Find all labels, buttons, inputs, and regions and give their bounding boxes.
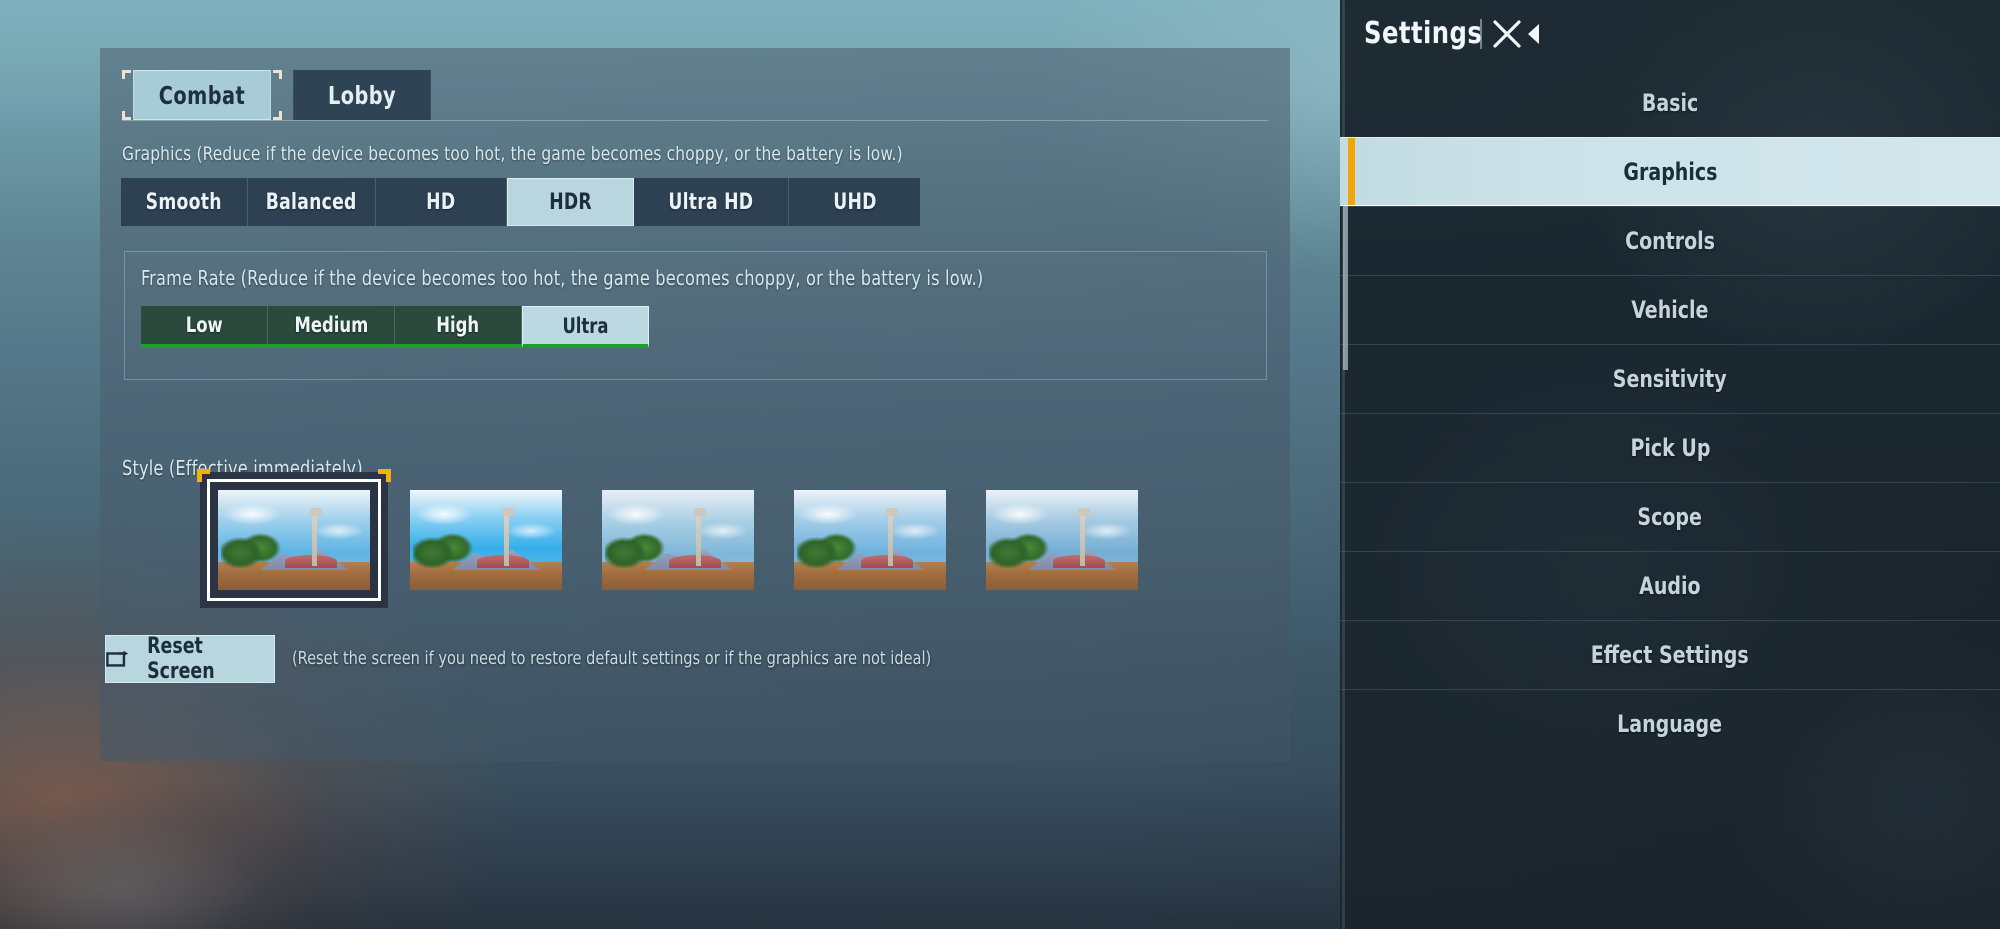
frame-rate-option-group: Low Medium High Ultra	[141, 306, 649, 348]
sidebar-item-controls[interactable]: Controls	[1340, 206, 2000, 275]
graphics-option-smooth[interactable]: Smooth	[121, 178, 248, 226]
sidebar-menu-list: Basic Graphics Controls Vehicle Sensitiv…	[1340, 68, 2000, 758]
mode-tab-group: Combat Lobby	[122, 70, 442, 120]
sidebar-item-label: Controls	[1625, 227, 1715, 255]
tab-lobby-label: Lobby	[327, 80, 397, 110]
sidebar-item-scope[interactable]: Scope	[1340, 482, 2000, 551]
frame-rate-section-label: Frame Rate (Reduce if the device becomes…	[141, 266, 984, 290]
settings-sidebar: Settings Basic Graphics Controls Vehicle…	[1340, 0, 2000, 929]
frame-rate-option-low-label: Low	[185, 313, 223, 337]
style-thumbnail-classic[interactable]	[197, 469, 391, 608]
sidebar-item-basic[interactable]: Basic	[1340, 68, 2000, 137]
style-corner-tl-icon	[197, 469, 210, 482]
reset-screen-button-label: Reset Screen	[147, 634, 215, 684]
sidebar-item-label: Language	[1617, 710, 1723, 738]
frame-rate-option-ultra-label: Ultra	[562, 313, 609, 338]
sidebar-item-sensitivity[interactable]: Sensitivity	[1340, 344, 2000, 413]
style-thumbnail-colorful[interactable]	[410, 490, 562, 590]
style-thumbnail-realistic[interactable]	[602, 490, 754, 590]
sidebar-item-audio[interactable]: Audio	[1340, 551, 2000, 620]
tab-underline-divider	[122, 120, 1268, 121]
frame-rate-option-medium[interactable]: Medium	[268, 306, 395, 348]
graphics-option-uhd-label: UHD	[832, 189, 877, 215]
sidebar-item-label: Vehicle	[1631, 296, 1709, 324]
graphics-quality-option-group: Smooth Balanced HD HDR Ultra HD UHD	[121, 178, 920, 226]
frame-rate-option-low[interactable]: Low	[141, 306, 268, 348]
graphics-option-hd[interactable]: HD	[376, 178, 507, 226]
tab-combat[interactable]: Combat	[122, 70, 282, 120]
background-rock	[0, 761, 300, 929]
collapse-left-triangle-icon[interactable]	[1526, 20, 1542, 48]
sidebar-item-graphics[interactable]: Graphics	[1340, 137, 2000, 206]
tab-corner-tr-icon	[273, 70, 282, 79]
reset-screen-hint: (Reset the screen if you need to restore…	[292, 648, 932, 669]
graphics-option-smooth-label: Smooth	[145, 189, 223, 215]
sidebar-item-label: Sensitivity	[1613, 365, 1727, 393]
graphics-option-hdr[interactable]: HDR	[507, 178, 634, 226]
frame-rate-option-ultra[interactable]: Ultra	[522, 306, 649, 348]
style-preview-image	[410, 490, 562, 590]
graphics-option-balanced[interactable]: Balanced	[248, 178, 376, 226]
graphics-option-hdr-label: HDR	[549, 189, 592, 215]
style-thumbnail-soft[interactable]	[794, 490, 946, 590]
frame-rate-option-medium-label: Medium	[294, 313, 368, 337]
style-thumbnail-movie[interactable]	[986, 490, 1138, 590]
graphics-option-balanced-label: Balanced	[266, 189, 357, 215]
header-divider	[1480, 19, 1482, 49]
tab-lobby[interactable]: Lobby	[282, 70, 442, 120]
sidebar-item-effect-settings[interactable]: Effect Settings	[1340, 620, 2000, 689]
sidebar-item-label: Graphics	[1622, 157, 1717, 186]
style-corner-tr-icon	[378, 469, 391, 482]
graphics-option-uhd[interactable]: UHD	[789, 178, 920, 226]
sidebar-item-label: Effect Settings	[1591, 641, 1749, 669]
sidebar-close-group[interactable]	[1480, 16, 1542, 52]
frame-rate-section: Frame Rate (Reduce if the device becomes…	[124, 251, 1267, 380]
sidebar-item-label: Pick Up	[1630, 434, 1710, 462]
frame-rate-option-high-label: High	[436, 313, 480, 337]
frame-rate-option-high[interactable]: High	[395, 306, 522, 348]
style-preview-image	[218, 490, 370, 590]
style-preview-image	[602, 490, 754, 590]
sidebar-item-label: Basic	[1641, 88, 1699, 117]
reset-screen-button[interactable]: Reset Screen	[105, 634, 275, 684]
tab-corner-bl-icon	[122, 111, 131, 120]
sidebar-header: Settings	[1340, 0, 2000, 68]
graphics-option-ultra-hd-label: Ultra HD	[668, 189, 754, 215]
page-title: Settings	[1364, 16, 1483, 51]
style-preview-image	[794, 490, 946, 590]
reset-screen-icon	[106, 650, 129, 667]
sidebar-active-accent-bar	[1348, 138, 1355, 205]
graphics-section-label: Graphics (Reduce if the device becomes t…	[122, 143, 903, 165]
tab-corner-tl-icon	[122, 70, 131, 79]
graphics-option-ultra-hd[interactable]: Ultra HD	[634, 178, 789, 226]
sidebar-item-vehicle[interactable]: Vehicle	[1340, 275, 2000, 344]
style-preview-image	[986, 490, 1138, 590]
sidebar-item-pick-up[interactable]: Pick Up	[1340, 413, 2000, 482]
graphics-option-hd-label: HD	[426, 189, 456, 215]
style-thumbnail-group	[197, 469, 1152, 608]
sidebar-item-label: Scope	[1637, 503, 1703, 531]
tab-combat-label: Combat	[158, 80, 246, 110]
tab-corner-br-icon	[273, 111, 282, 120]
sidebar-item-label: Audio	[1639, 572, 1701, 600]
close-x-icon[interactable]	[1488, 16, 1528, 52]
sidebar-item-language[interactable]: Language	[1340, 689, 2000, 758]
